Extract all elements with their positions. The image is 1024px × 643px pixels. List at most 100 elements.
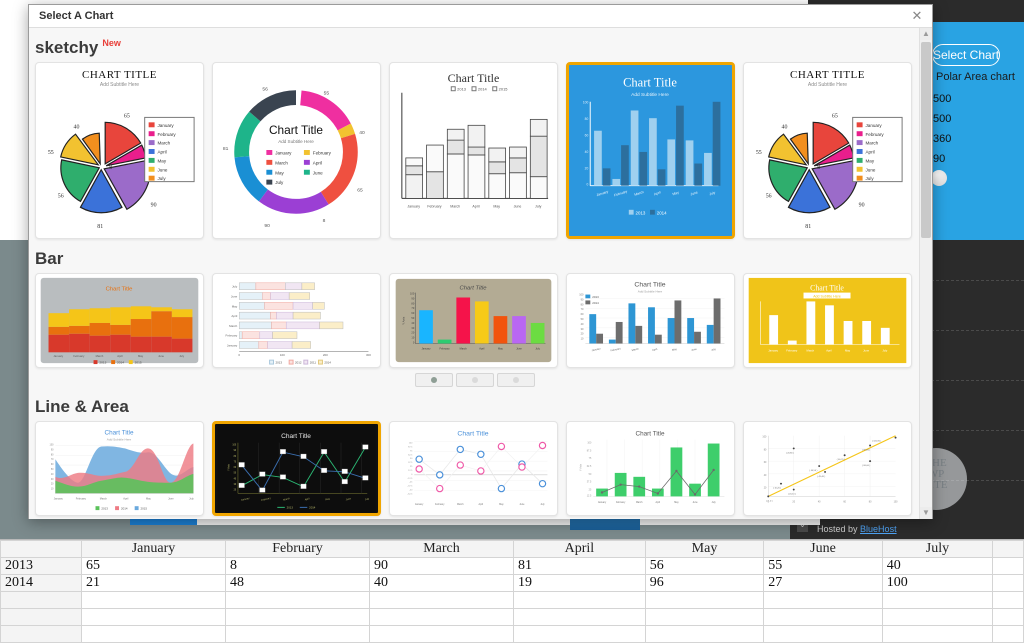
scrollbar-thumb[interactable] xyxy=(921,42,931,238)
table-row[interactable]: 2014 21 48 40 19 96 27 100 xyxy=(0,574,1024,592)
svg-text:81: 81 xyxy=(223,146,229,152)
chart-card-scatter-trend[interactable]: ( 0, 0 )( 10,20 )( 20,10 ) ( 20,80 )( 40… xyxy=(743,421,912,516)
svg-text:2013: 2013 xyxy=(275,360,282,364)
chart-card-bar-horizontal-pastel[interactable]: July June May April March February January 0 1… xyxy=(212,273,381,368)
background-toggle-knob[interactable] xyxy=(931,170,947,186)
chart-card-sketchy-bar-blue[interactable]: Chart Title Add Subtitle Here 100 80 60 40… xyxy=(566,62,735,239)
svg-text:50: 50 xyxy=(410,458,413,460)
table-cell[interactable] xyxy=(881,608,994,626)
svg-text:June: June xyxy=(158,167,168,172)
chart-card-sketchy-polar-1[interactable]: CHART TITLE Add Subtitle Here 65 8 90 81… xyxy=(35,62,204,239)
chart-card-area-smooth-rgb[interactable]: Chart Title Add Subtitle Here 100 90 80 70 … xyxy=(35,421,204,516)
table-cell[interactable]: 40 xyxy=(369,574,514,592)
table-row[interactable] xyxy=(0,625,1024,643)
table-cell[interactable] xyxy=(81,625,226,643)
table-cell[interactable]: 100 xyxy=(881,574,994,592)
svg-text:-25: -25 xyxy=(409,482,413,484)
polar-area-graphic: 65 8 90 81 56 55 40 January February Mar… xyxy=(48,113,195,230)
table-cell[interactable] xyxy=(644,625,765,643)
table-header-cell: February xyxy=(225,540,370,558)
table-cell[interactable] xyxy=(992,557,1024,575)
close-icon[interactable]: ✕ xyxy=(910,9,924,23)
table-cell[interactable] xyxy=(644,591,765,609)
svg-text:80: 80 xyxy=(869,501,872,503)
section-title-sketchy: sketchy New xyxy=(35,38,121,58)
svg-text:40: 40 xyxy=(581,323,584,326)
background-select-chart-button[interactable]: Select Chart xyxy=(932,44,1000,66)
table-header-cell: January xyxy=(81,540,226,558)
svg-text:90: 90 xyxy=(581,298,584,301)
chart-card-bar-blue-gray-group[interactable]: Chart Title Add Subtitle Here 2013 2014 … xyxy=(566,273,735,368)
table-cell[interactable] xyxy=(992,591,1024,609)
table-cell[interactable] xyxy=(81,608,226,626)
table-cell[interactable] xyxy=(81,591,226,609)
svg-text:12.5: 12.5 xyxy=(587,495,592,497)
chart-card-sketchy-doughnut[interactable]: Chart Title Add Subtitle Here January Fe… xyxy=(212,62,381,239)
scroll-down-arrow-icon[interactable]: ▼ xyxy=(920,507,932,519)
svg-text:100: 100 xyxy=(762,437,767,439)
svg-text:80: 80 xyxy=(581,303,584,306)
table-cell[interactable] xyxy=(225,625,370,643)
table-cell[interactable] xyxy=(369,608,514,626)
chart-card-combo-green-bar-line[interactable]: Chart Title Y Axis 100 87.5 75 62.5 50 37.5 2… xyxy=(566,421,735,516)
table-cell[interactable]: 90 xyxy=(369,557,514,575)
table-cell[interactable]: 40 xyxy=(881,557,994,575)
table-cell[interactable] xyxy=(881,625,994,643)
stacked-area-warm-graphic: Chart Title January February March April… xyxy=(40,277,199,364)
chart-card-line-pink-blue-markers[interactable]: Chart Title 100 87.5 75 62.5 50 37.5 25 12.5 0… xyxy=(389,421,558,516)
table-cell[interactable] xyxy=(644,608,765,626)
table-cell[interactable]: 8 xyxy=(225,557,370,575)
table-cell[interactable]: 48 xyxy=(225,574,370,592)
table-cell[interactable] xyxy=(225,608,370,626)
svg-text:February: February xyxy=(610,347,621,352)
table-cell[interactable] xyxy=(881,591,994,609)
svg-text:April: April xyxy=(313,160,322,165)
dialog-vertical-scrollbar[interactable]: ▲ ▼ xyxy=(919,28,932,519)
table-cell[interactable] xyxy=(513,625,646,643)
table-row[interactable]: 2013 65 8 90 81 56 55 40 xyxy=(0,557,1024,575)
svg-text:January: January xyxy=(53,354,63,358)
svg-text:70: 70 xyxy=(51,459,54,461)
svg-text:40: 40 xyxy=(782,124,788,130)
table-cell[interactable]: 56 xyxy=(644,557,765,575)
table-cell[interactable] xyxy=(992,574,1024,592)
pager-dot-3[interactable] xyxy=(496,373,535,387)
table-cell[interactable] xyxy=(992,608,1024,626)
table-cell[interactable] xyxy=(513,608,646,626)
table-cell[interactable]: 19 xyxy=(513,574,646,592)
svg-text:July: July xyxy=(158,176,167,181)
table-cell[interactable] xyxy=(992,625,1024,643)
bluehost-link[interactable]: BlueHost xyxy=(860,524,897,534)
table-cell[interactable] xyxy=(763,625,883,643)
chart-card-sketchy-stacked-bar[interactable]: Chart Title 2013 2014 2015 January Febru… xyxy=(389,62,558,239)
chart-card-sketchy-polar-2[interactable]: CHART TITLE Add Subtitle Here 65 8 90 81… xyxy=(743,62,912,239)
svg-text:40: 40 xyxy=(818,501,821,503)
svg-text:0: 0 xyxy=(586,183,588,187)
table-row[interactable] xyxy=(0,591,1024,609)
svg-text:20: 20 xyxy=(764,488,767,490)
table-cell[interactable] xyxy=(369,625,514,643)
chart-card-bar-stacked-area-warm[interactable]: Chart Title January February March April… xyxy=(35,273,204,368)
table-cell[interactable]: 81 xyxy=(513,557,646,575)
table-cell[interactable]: 27 xyxy=(763,574,883,592)
pager-dot-2[interactable] xyxy=(455,373,494,387)
svg-text:May: May xyxy=(672,348,678,352)
table-cell[interactable] xyxy=(763,608,883,626)
pager-dot-1[interactable] xyxy=(414,373,453,387)
table-cell[interactable] xyxy=(225,591,370,609)
table-cell[interactable] xyxy=(513,591,646,609)
chart-card-bar-colorful-khaki[interactable]: Chart Title Y Axis 100 90 80 70 60 50 40 30 20… xyxy=(389,273,558,368)
chart-card-line-dark[interactable]: Chart Title Y Axis 100 90 80 70 60 50 40 30 20 xyxy=(212,421,381,516)
svg-text:July: July xyxy=(535,204,542,208)
table-cell[interactable] xyxy=(369,591,514,609)
table-cell[interactable]: 65 xyxy=(81,557,226,575)
table-row[interactable] xyxy=(0,608,1024,626)
table-cell[interactable]: 21 xyxy=(81,574,226,592)
scroll-up-arrow-icon[interactable]: ▲ xyxy=(920,28,932,40)
svg-text:February: February xyxy=(158,132,177,137)
table-cell[interactable]: 96 xyxy=(644,574,765,592)
table-cell[interactable] xyxy=(763,591,883,609)
polar-label-4: 56 xyxy=(58,193,64,199)
chart-card-bar-yellow-white[interactable]: Chart Title Add Subtitle Here January Fe… xyxy=(743,273,912,368)
table-cell[interactable]: 55 xyxy=(763,557,883,575)
